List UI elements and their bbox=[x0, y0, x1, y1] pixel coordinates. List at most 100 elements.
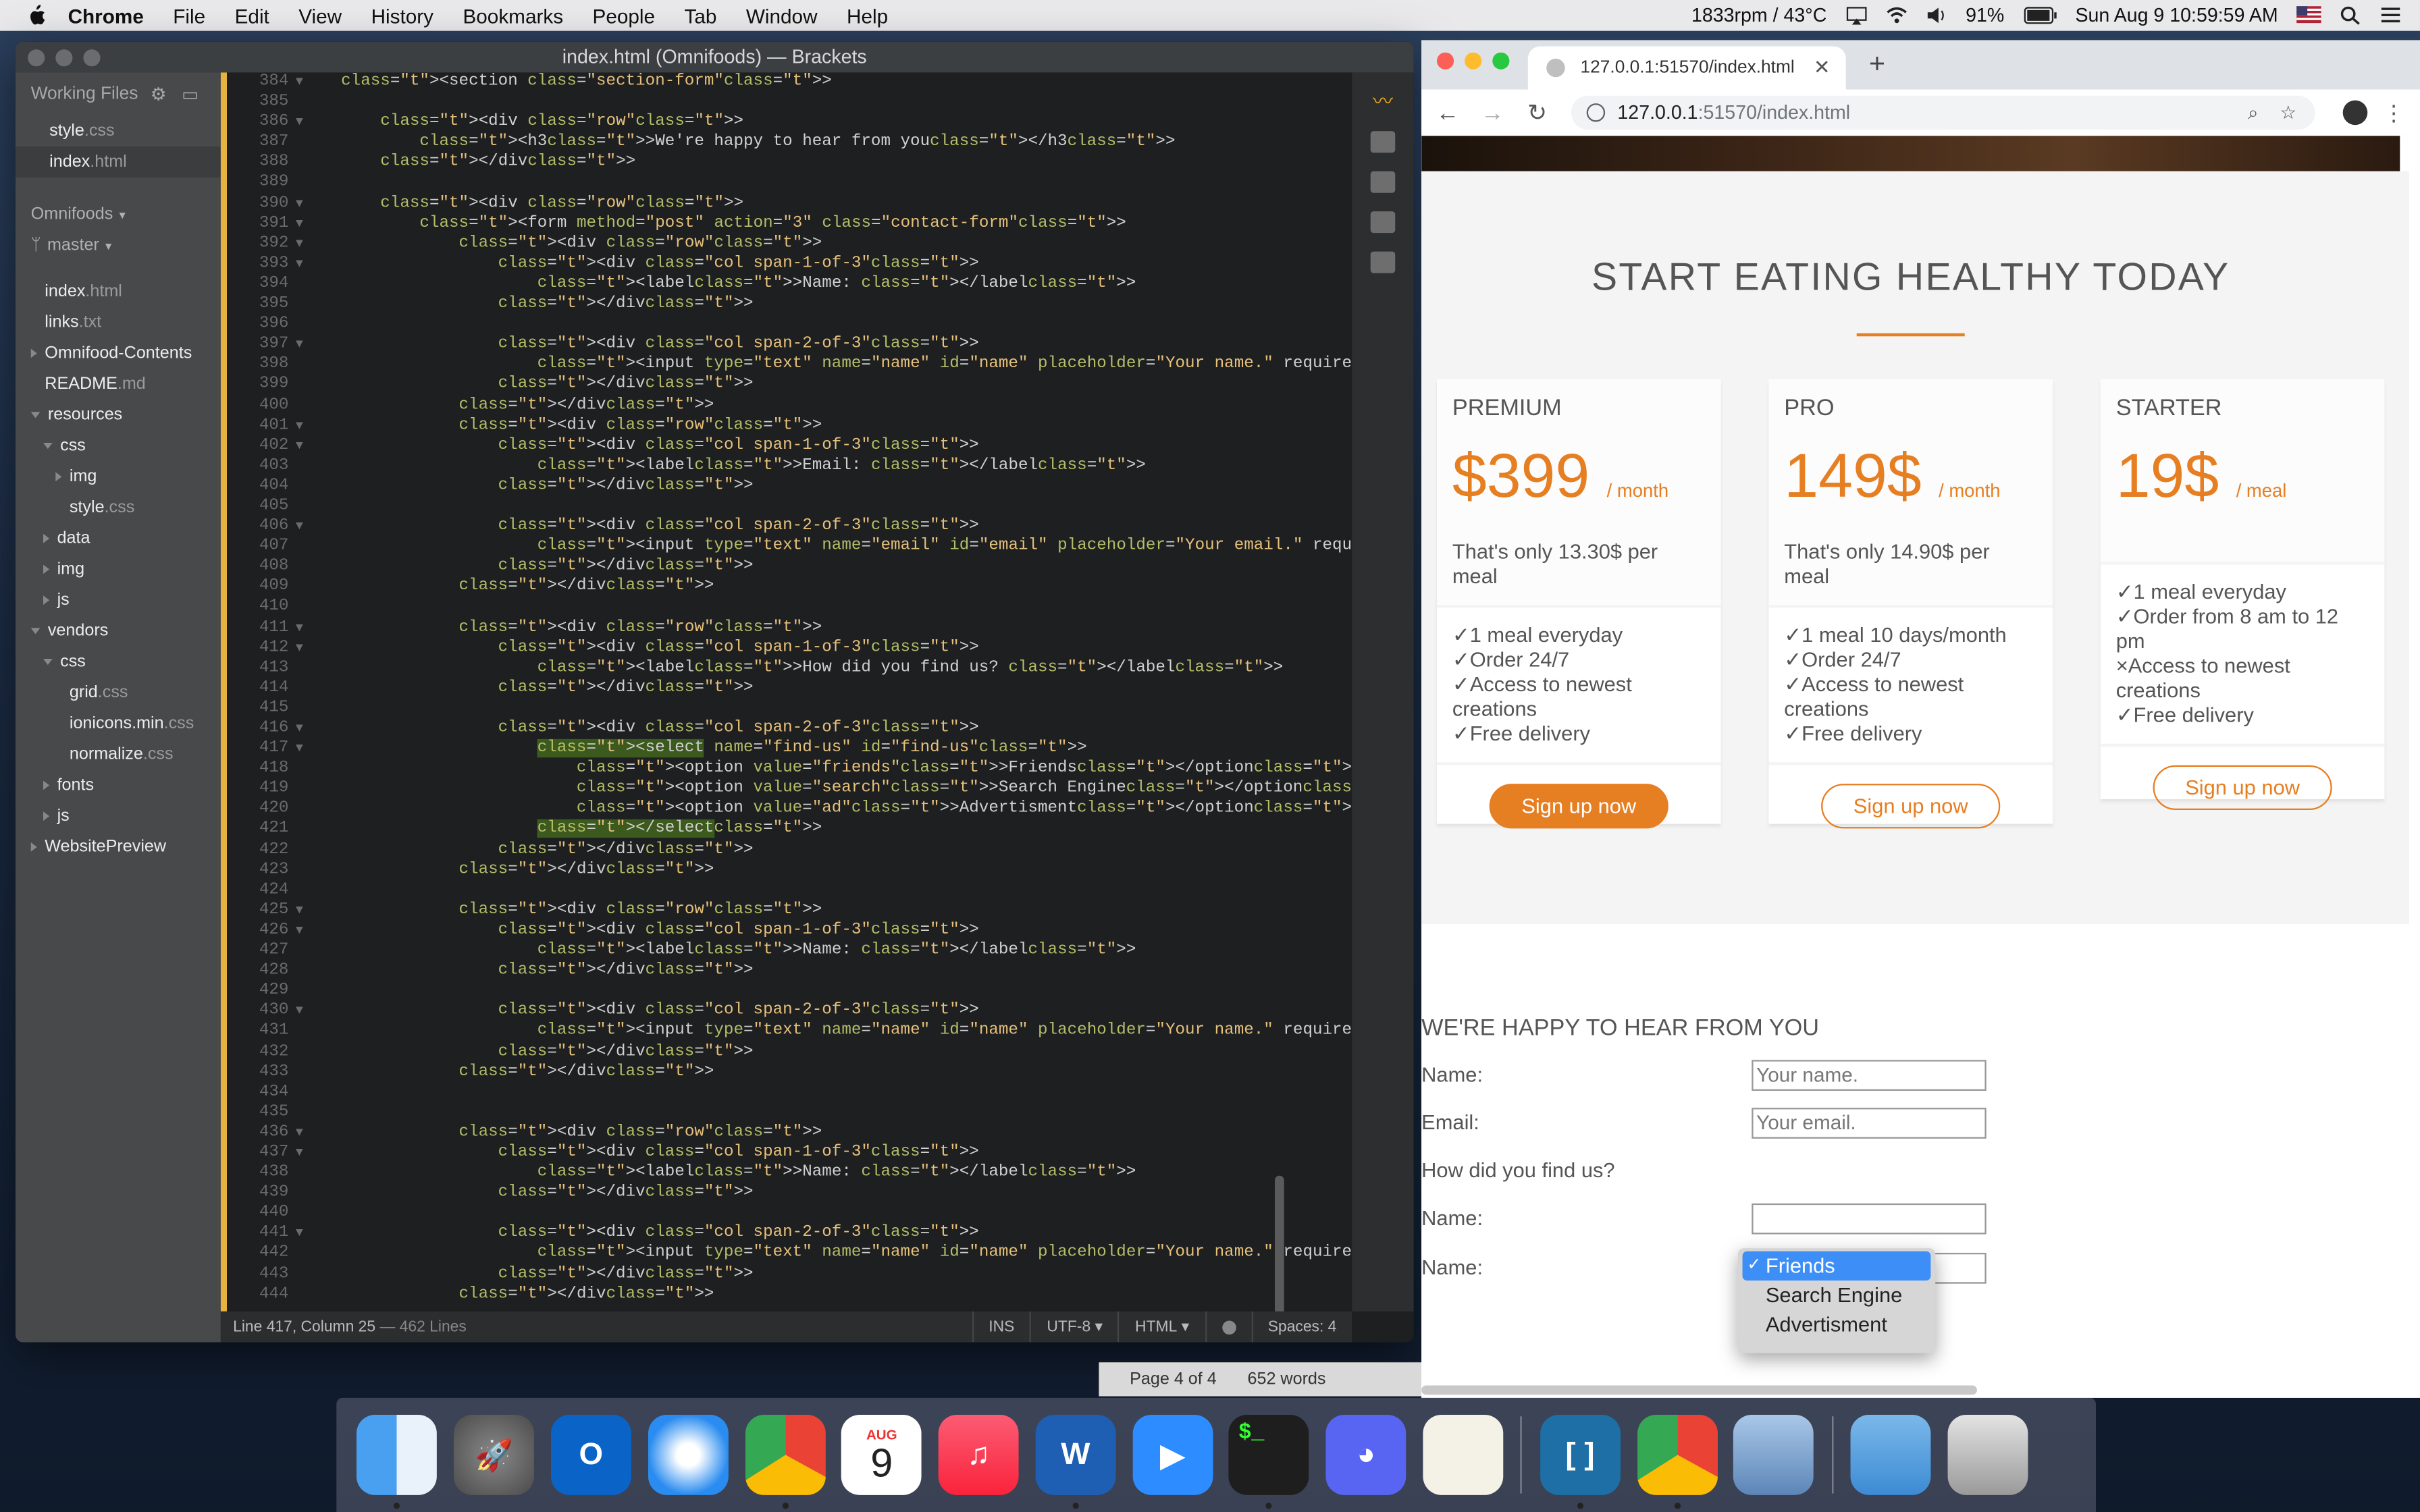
code-line[interactable]: 433 class="t"></divclass="t">> bbox=[227, 1062, 1352, 1083]
bookmark-star-icon[interactable]: ☆ bbox=[2280, 101, 2297, 124]
music-icon[interactable]: ♫ bbox=[938, 1414, 1019, 1495]
file-tree-item[interactable]: links.txt bbox=[16, 307, 221, 338]
file-tree-item[interactable]: js bbox=[16, 801, 221, 832]
menu-window[interactable]: Window bbox=[746, 4, 818, 27]
code-line[interactable]: 410 bbox=[227, 598, 1352, 618]
indent-setting[interactable]: Spaces: 4 bbox=[1251, 1311, 1352, 1343]
brackets-icon[interactable]: [ ] bbox=[1540, 1414, 1621, 1509]
disclosure-caret-icon[interactable] bbox=[43, 811, 50, 821]
code-line[interactable]: 398 class="t"><input type="text" name="n… bbox=[227, 355, 1352, 375]
safari-icon[interactable] bbox=[648, 1414, 729, 1495]
fold-arrow-icon[interactable]: ▼ bbox=[288, 1002, 310, 1022]
code-line[interactable]: 386 ▼ class="t"><div class="row"class="t"… bbox=[227, 113, 1352, 133]
code-line[interactable]: 430 ▼ class="t"><div class="col span-2-of… bbox=[227, 1002, 1352, 1022]
code-line[interactable]: 429 bbox=[227, 981, 1352, 1002]
code-editor[interactable]: 384 ▼ class="t"><section class="section-fo… bbox=[220, 72, 1352, 1312]
close-button[interactable] bbox=[1436, 52, 1454, 70]
notification-center-icon[interactable] bbox=[2380, 6, 2402, 24]
disclosure-caret-icon[interactable] bbox=[30, 628, 41, 634]
preview-icon[interactable] bbox=[1733, 1414, 1814, 1495]
code-line[interactable]: 425 ▼ class="t"><div class="row"class="t"… bbox=[227, 900, 1352, 921]
menu-people[interactable]: People bbox=[593, 4, 656, 27]
code-line[interactable]: 389 bbox=[227, 173, 1352, 194]
menu-view[interactable]: View bbox=[298, 4, 342, 27]
info-icon[interactable] bbox=[1586, 103, 1606, 122]
menu-bookmarks[interactable]: Bookmarks bbox=[463, 4, 563, 27]
menu-tab[interactable]: Tab bbox=[684, 4, 716, 27]
code-line[interactable]: 401 ▼ class="t"><div class="row"class="t"… bbox=[227, 416, 1352, 436]
outlook-icon[interactable]: O bbox=[550, 1414, 631, 1495]
wifi-icon[interactable] bbox=[1885, 6, 1907, 24]
file-tree-item[interactable]: README.md bbox=[16, 369, 221, 400]
code-line[interactable]: 437 ▼ class="t"><div class="col span-1-of… bbox=[227, 1143, 1352, 1164]
close-tab-icon[interactable]: ✕ bbox=[1814, 55, 1831, 80]
disclosure-caret-icon[interactable] bbox=[30, 348, 37, 358]
battery-percent[interactable]: 91% bbox=[1966, 5, 2004, 26]
page-horizontal-scrollbar[interactable] bbox=[1421, 1385, 1977, 1395]
file-tree-item[interactable]: css bbox=[16, 431, 221, 462]
fold-arrow-icon[interactable]: ▼ bbox=[288, 900, 310, 921]
working-file-item[interactable]: index.html bbox=[15, 146, 221, 178]
profile-avatar[interactable] bbox=[2342, 100, 2368, 126]
disclosure-caret-icon[interactable] bbox=[43, 564, 50, 574]
git-icon[interactable] bbox=[1370, 211, 1396, 234]
code-line[interactable]: 405 bbox=[227, 497, 1352, 517]
file-tree-item[interactable]: style.css bbox=[16, 492, 221, 523]
file-tree-item[interactable]: normalize.css bbox=[16, 739, 221, 770]
fold-arrow-icon[interactable]: ▼ bbox=[288, 638, 310, 658]
fold-arrow-icon[interactable]: ▼ bbox=[288, 1123, 310, 1143]
code-line[interactable]: 404 class="t"></divclass="t">> bbox=[227, 477, 1352, 497]
fold-arrow-icon[interactable]: ▼ bbox=[288, 517, 310, 537]
fold-arrow-icon[interactable]: ▼ bbox=[288, 1224, 310, 1244]
volume-icon[interactable] bbox=[1926, 6, 1947, 24]
file-tree-item[interactable]: img bbox=[16, 461, 221, 492]
code-line[interactable]: 384 ▼ class="t"><section class="section-fo… bbox=[227, 72, 1352, 92]
code-line[interactable]: 392 ▼ class="t"><div class="row"class="t"… bbox=[227, 234, 1352, 254]
menu-edit[interactable]: Edit bbox=[235, 4, 269, 27]
code-line[interactable]: 406 ▼ class="t"><div class="col span-2-of… bbox=[227, 517, 1352, 537]
code-line[interactable]: 403 class="t"><labelclass="t">>Email: cl… bbox=[227, 456, 1352, 477]
back-icon[interactable]: ← bbox=[1429, 99, 1467, 126]
fold-arrow-icon[interactable]: ▼ bbox=[288, 72, 310, 92]
code-line[interactable]: 427 class="t"><labelclass="t">>Name: cla… bbox=[227, 941, 1352, 961]
discord-icon[interactable]: ◕ bbox=[1325, 1414, 1406, 1495]
code-line[interactable]: 436 ▼ class="t"><div class="row"class="t"… bbox=[227, 1123, 1352, 1143]
code-line[interactable]: 434 bbox=[227, 1083, 1352, 1103]
code-line[interactable]: 395 class="t"></divclass="t">> bbox=[227, 295, 1352, 315]
code-line[interactable]: 408 class="t"></divclass="t">> bbox=[227, 558, 1352, 578]
file-tree-item[interactable]: fonts bbox=[16, 770, 221, 801]
code-line[interactable]: 419 class="t"><option value="search"clas… bbox=[227, 780, 1352, 800]
code-line[interactable]: 391 ▼ class="t"><form method="post" actio… bbox=[227, 214, 1352, 234]
disclosure-caret-icon[interactable] bbox=[30, 842, 37, 852]
minimize-button[interactable] bbox=[1465, 52, 1482, 70]
code-line[interactable]: 420 class="t"><option value="ad"class="t… bbox=[227, 800, 1352, 820]
trash-icon[interactable] bbox=[1947, 1414, 2028, 1495]
code-line[interactable]: 444 class="t"></divclass="t">> bbox=[227, 1285, 1352, 1305]
zoom-icon[interactable]: ⌕ bbox=[2248, 101, 2258, 124]
code-line[interactable]: 415 bbox=[227, 699, 1352, 719]
file-tree-item[interactable]: Omnifood-Contents bbox=[16, 338, 221, 369]
close-button[interactable] bbox=[28, 49, 45, 67]
file-tree-item[interactable]: resources bbox=[16, 400, 221, 431]
more-menu-icon[interactable]: ⋮ bbox=[2383, 99, 2404, 126]
airplay-icon[interactable] bbox=[1845, 6, 1867, 25]
disclosure-caret-icon[interactable] bbox=[43, 780, 50, 790]
code-line[interactable]: 438 class="t"><labelclass="t">>Name: cla… bbox=[227, 1164, 1352, 1184]
extension-manager-icon[interactable] bbox=[1370, 131, 1396, 153]
disclosure-caret-icon[interactable] bbox=[43, 595, 50, 605]
apple-icon[interactable] bbox=[25, 4, 47, 26]
sign-up-button[interactable]: Sign up now bbox=[1820, 782, 2001, 828]
code-line[interactable]: 431 class="t"><input type="text" name="n… bbox=[227, 1022, 1352, 1042]
code-line[interactable]: 387 class="t"><h3class="t">>We're happy … bbox=[227, 133, 1352, 153]
finder-icon[interactable] bbox=[357, 1414, 438, 1509]
code-line[interactable]: 432 class="t"></divclass="t">> bbox=[227, 1042, 1352, 1062]
fold-arrow-icon[interactable]: ▼ bbox=[288, 618, 310, 638]
fold-arrow-icon[interactable]: ▼ bbox=[288, 921, 310, 941]
disclosure-caret-icon[interactable] bbox=[43, 442, 53, 450]
new-tab-icon[interactable]: + bbox=[1869, 48, 1885, 80]
fold-arrow-icon[interactable]: ▼ bbox=[288, 254, 310, 275]
code-line[interactable]: 388 class="t"></divclass="t">> bbox=[227, 153, 1352, 173]
calendar-icon[interactable]: AUG 9 bbox=[841, 1414, 922, 1495]
project-dropdown[interactable]: Omnifoods ▾ bbox=[16, 199, 221, 230]
select-option[interactable]: Search Engine bbox=[1738, 1280, 1936, 1310]
